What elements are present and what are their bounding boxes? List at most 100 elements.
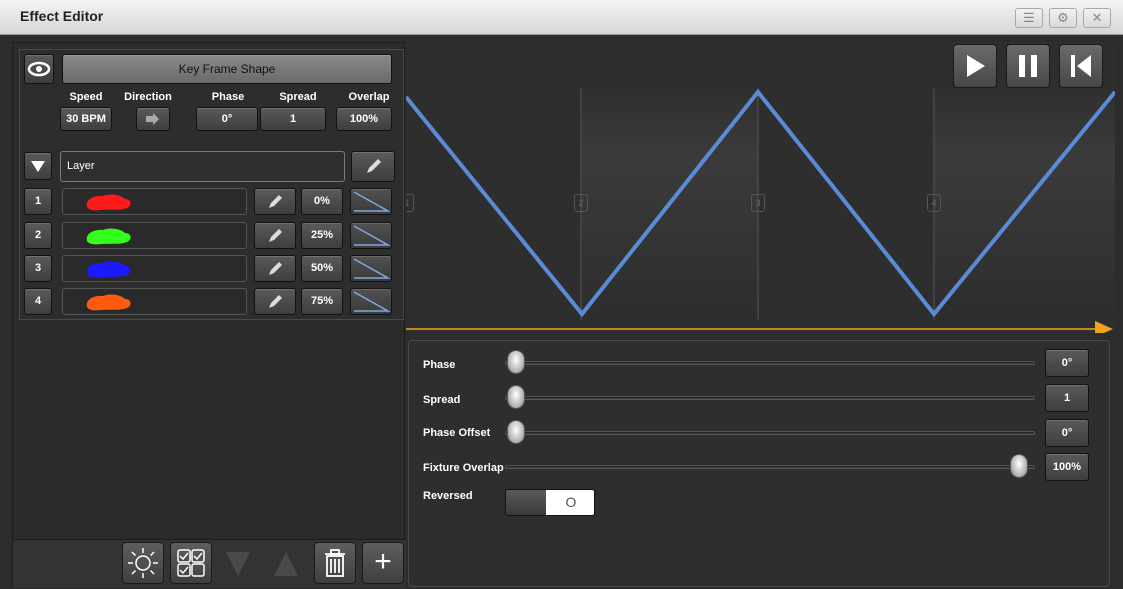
layer-shape-button[interactable] [350, 288, 392, 315]
checklist-icon [177, 549, 205, 577]
pause-icon [1019, 55, 1037, 77]
visibility-button[interactable] [24, 54, 54, 84]
ramp-shape-icon [353, 191, 391, 212]
overlap-label: Overlap [348, 91, 390, 103]
marker-1: 1 [406, 194, 414, 212]
layer-edit-button[interactable] [254, 188, 296, 215]
spread-slider-handle[interactable] [507, 385, 525, 409]
reversed-label: Reversed [423, 490, 473, 502]
layer-number[interactable]: 4 [24, 288, 52, 315]
spread-slider-track[interactable] [505, 396, 1035, 400]
window-title: Effect Editor [20, 8, 104, 24]
title-bar: Effect Editor ☰ ⚙ ✕ [0, 0, 1123, 35]
layer-shape-button[interactable] [350, 255, 392, 282]
close-button[interactable]: ✕ [1083, 8, 1111, 28]
color-blob-icon [86, 228, 131, 245]
layer-offset-button[interactable]: 25% [301, 222, 343, 249]
highlight-button[interactable] [122, 542, 164, 584]
layer-number[interactable]: 3 [24, 255, 52, 282]
speed-button[interactable]: 30 BPM [60, 107, 112, 131]
marker-3: 3 [751, 194, 765, 212]
layer-color-swatch[interactable] [62, 288, 247, 315]
phase-offset-slider-track[interactable] [505, 431, 1035, 435]
pencil-icon [269, 195, 282, 208]
phase-label: Phase [211, 91, 245, 103]
ramp-shape-icon [353, 225, 391, 246]
ramp-shape-icon [353, 258, 391, 279]
select-all-button[interactable] [170, 542, 212, 584]
collapse-layers-button[interactable] [24, 152, 52, 180]
effect-editor-window: Effect Editor ☰ ⚙ ✕ Key Frame Shape Spee… [0, 0, 1123, 589]
phase-slider-handle[interactable] [507, 350, 525, 374]
effect-params-panel: Phase 0° Spread 1 Phase Offset 0° Fixtur… [408, 340, 1110, 587]
phase-offset-slider-handle[interactable] [507, 420, 525, 444]
add-button[interactable]: + [362, 542, 404, 584]
sun-icon [128, 548, 158, 578]
pencil-icon [269, 262, 282, 275]
layer-offset-button[interactable]: 50% [301, 255, 343, 282]
menu-button[interactable]: ☰ [1015, 8, 1043, 28]
effect-settings-group: Key Frame Shape Speed Direction Phase Sp… [19, 49, 404, 320]
layer-color-swatch[interactable] [62, 255, 247, 282]
delete-icon [325, 549, 345, 577]
color-blob-icon [86, 294, 131, 311]
color-blob-icon [86, 261, 131, 278]
toggle-off-side [506, 490, 546, 515]
phase-value-button[interactable]: 0° [1045, 349, 1089, 377]
layer-name-field[interactable]: Layer [60, 151, 345, 182]
overlap-button[interactable]: 100% [336, 107, 392, 131]
fixture-overlap-slider-track[interactable] [505, 465, 1035, 469]
direction-arrow-icon [146, 113, 159, 125]
eye-icon [27, 61, 51, 77]
layer-shape-button[interactable] [350, 188, 392, 215]
pencil-icon [367, 159, 381, 173]
play-icon [967, 55, 985, 77]
triangle-down-icon [31, 161, 45, 172]
layer-offset-button[interactable]: 0% [301, 188, 343, 215]
toggle-state-indicator: O [546, 490, 594, 515]
layer-offset-button[interactable]: 75% [301, 288, 343, 315]
phase-offset-slider-label: Phase Offset [423, 427, 491, 439]
marker-2: 2 [574, 194, 588, 212]
layer-shape-button[interactable] [350, 222, 392, 249]
settings-button[interactable]: ⚙ [1049, 8, 1077, 28]
reversed-toggle[interactable]: O [505, 489, 595, 516]
pause-button[interactable] [1006, 44, 1050, 88]
speed-label: Speed [69, 91, 103, 103]
layer-number[interactable]: 2 [24, 222, 52, 249]
skip-back-icon [1071, 55, 1091, 77]
layer-edit-button[interactable] [254, 222, 296, 249]
phase-offset-value-button[interactable]: 0° [1045, 419, 1089, 447]
key-frame-shape-button[interactable]: Key Frame Shape [62, 54, 392, 84]
phase-button[interactable]: 0° [196, 107, 258, 131]
spread-button[interactable]: 1 [260, 107, 326, 131]
layer-edit-button[interactable] [254, 255, 296, 282]
move-up-icon [274, 552, 298, 576]
direction-button[interactable] [136, 107, 170, 131]
waveform-view[interactable]: 1 2 3 4 [406, 42, 1115, 333]
color-blob-icon [86, 194, 131, 211]
phase-slider-track[interactable] [505, 361, 1035, 365]
move-down-icon [226, 552, 250, 576]
move-down-button[interactable] [218, 542, 260, 584]
settings-icon: ⚙ [1057, 10, 1069, 25]
layer-edit-button[interactable] [254, 288, 296, 315]
layer-number[interactable]: 1 [24, 188, 52, 215]
layer-edit-button[interactable] [351, 151, 395, 182]
fixture-overlap-slider-handle[interactable] [1010, 454, 1028, 478]
fixture-overlap-value-button[interactable]: 100% [1045, 453, 1089, 481]
layer-color-swatch[interactable] [62, 222, 247, 249]
layer-color-swatch[interactable] [62, 188, 247, 215]
marker-4: 4 [927, 194, 941, 212]
play-button[interactable] [953, 44, 997, 88]
move-up-button[interactable] [266, 542, 308, 584]
playhead-arrow [1095, 321, 1113, 333]
menu-icon: ☰ [1023, 10, 1035, 25]
fixture-overlap-slider-label: Fixture Overlap [423, 462, 504, 474]
rewind-button[interactable] [1059, 44, 1103, 88]
close-icon: ✕ [1091, 10, 1103, 25]
delete-button[interactable] [314, 542, 356, 584]
layer-toolbar: + [13, 539, 406, 588]
direction-label: Direction [124, 91, 172, 103]
spread-value-button[interactable]: 1 [1045, 384, 1089, 412]
